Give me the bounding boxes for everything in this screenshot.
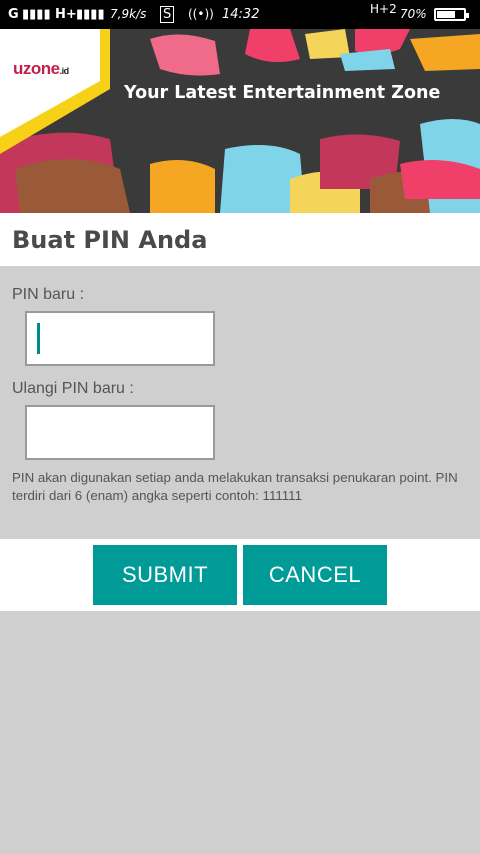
logo-main-text: uzone — [13, 59, 60, 78]
new-pin-input[interactable] — [27, 313, 213, 364]
repeat-pin-field[interactable] — [25, 405, 215, 460]
signal-bars-icon: ▮▮▮▮ — [76, 7, 105, 22]
screenshot-icon: S — [160, 6, 175, 23]
hotspot-icon: ((•)) — [188, 7, 214, 21]
cancel-button[interactable]: CANCEL — [243, 545, 387, 605]
uzone-logo: uzone.id — [13, 59, 69, 79]
promo-banner: uzone.id Your Latest Entertainment Zone — [0, 29, 480, 213]
title-bar: Buat PIN Anda — [0, 213, 480, 266]
repeat-pin-input[interactable] — [27, 407, 213, 458]
signal-label-2: H+ — [55, 7, 77, 22]
banner-artwork — [0, 29, 480, 213]
page-title: Buat PIN Anda — [12, 226, 208, 254]
logo-suffix-text: .id — [59, 66, 70, 76]
status-bar: G ▮▮▮▮ H+ ▮▮▮▮ 7,9k/s S ((•)) 14:32 H+2 … — [0, 0, 480, 29]
network-speed: 7,9k/s — [110, 7, 147, 21]
submit-button[interactable]: SUBMIT — [93, 545, 237, 605]
network-type-badge: H+2 — [370, 2, 397, 16]
battery-icon — [434, 8, 469, 21]
repeat-pin-label: Ulangi PIN baru : — [12, 380, 134, 397]
battery-percent: 70% — [400, 7, 427, 21]
pin-hint-text: PIN akan digunakan setiap anda melakukan… — [12, 470, 458, 503]
banner-tagline: Your Latest Entertainment Zone — [124, 83, 441, 103]
pin-form: PIN baru : Ulangi PIN baru : PIN akan di… — [0, 266, 480, 539]
new-pin-field[interactable] — [25, 311, 215, 366]
signal-label-1: G — [8, 7, 19, 22]
action-bar: SUBMIT CANCEL — [0, 539, 480, 611]
clock: 14:32 — [222, 7, 260, 22]
new-pin-label: PIN baru : — [12, 286, 85, 303]
text-cursor — [37, 323, 40, 354]
signal-bars-icon: ▮▮▮▮ — [22, 7, 51, 22]
